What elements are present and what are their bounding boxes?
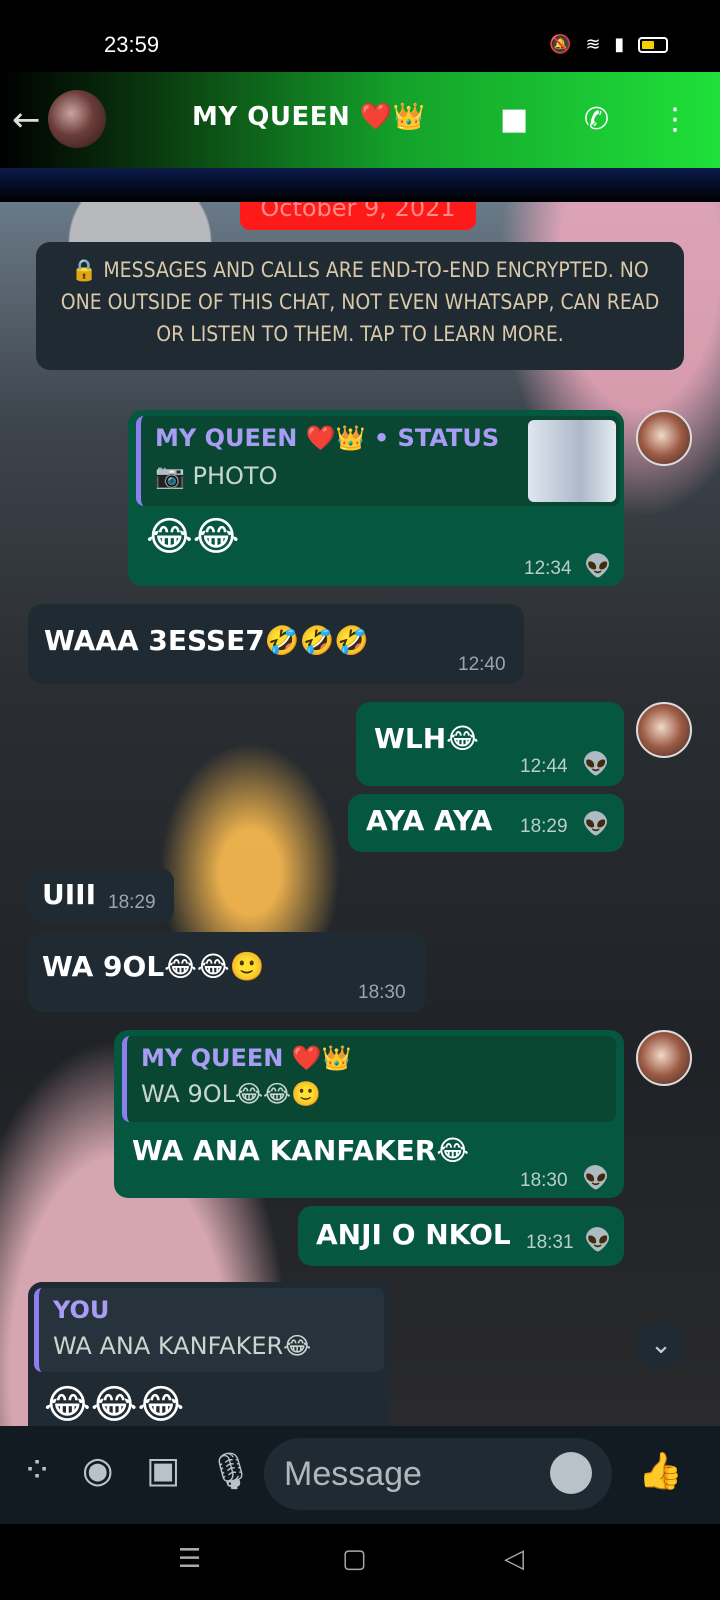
message-time: 18:29 bbox=[108, 892, 156, 913]
message-text: UIII bbox=[42, 878, 96, 911]
message-bubble[interactable]: AYA AYA 18:29 👽 bbox=[348, 794, 624, 852]
message-bubble[interactable]: MY QUEEN ❤️👑 WA 9OL😂😂🙂 WA ANA KANFAKER😂 … bbox=[114, 1030, 624, 1198]
message-text: WA 9OL😂😂🙂 bbox=[42, 950, 265, 983]
voice-call-icon[interactable]: ✆ bbox=[584, 102, 609, 137]
message-bubble[interactable]: MY QUEEN ❤️👑 • STATUS 📷 PHOTO 😂😂 12:34 👽 bbox=[128, 410, 624, 586]
quote-author: MY QUEEN ❤️👑 • STATUS bbox=[155, 424, 500, 452]
message-time: 18:29 bbox=[520, 816, 568, 837]
camera-icon[interactable]: ◉ bbox=[82, 1450, 113, 1491]
quote-body: WA 9OL😂😂🙂 bbox=[141, 1080, 321, 1108]
message-text: WAAA 3ESSE7🤣🤣🤣 bbox=[44, 624, 370, 657]
message-text: 😂😂😂 bbox=[44, 1382, 185, 1426]
mic-icon[interactable]: 🎙 bbox=[208, 1450, 254, 1492]
message-bubble[interactable]: ANJI O NKOL 18:31 👽 bbox=[298, 1206, 624, 1266]
mute-icon: 🔕 bbox=[549, 34, 576, 55]
back-arrow-icon[interactable]: ← bbox=[12, 100, 41, 140]
signal-icon: ▮ bbox=[614, 34, 629, 55]
more-icon[interactable]: ⋮ bbox=[660, 102, 690, 137]
alien-read-icon: 👽 bbox=[584, 554, 612, 579]
thumbs-up-icon[interactable]: 👍 bbox=[638, 1450, 683, 1492]
gallery-icon[interactable]: ▣ bbox=[146, 1450, 180, 1491]
chat-area[interactable]: October 9, 2021 🔒 MESSAGES AND CALLS ARE… bbox=[0, 202, 720, 1426]
message-text: ANJI O NKOL bbox=[316, 1218, 511, 1251]
message-bubble[interactable]: WA 9OL😂😂🙂 18:30 bbox=[28, 932, 426, 1012]
message-bubble[interactable]: YOU WA ANA KANFAKER😂 😂😂😂 bbox=[28, 1282, 390, 1426]
message-time: 12:40 bbox=[458, 654, 506, 675]
message-composer: ⁘ ◉ ▣ 🎙 👍 bbox=[0, 1426, 720, 1524]
system-nav-bar: ☰ ▢ ◁ bbox=[0, 1524, 720, 1600]
back-button[interactable]: ◁ bbox=[504, 1544, 524, 1574]
status-bar: 23:59 🔕 ≋ ▮ bbox=[0, 0, 720, 72]
message-time: 12:34 bbox=[524, 558, 572, 579]
alien-read-icon: 👽 bbox=[584, 1228, 612, 1253]
sender-avatar[interactable] bbox=[636, 410, 692, 466]
message-time: 18:31 bbox=[526, 1232, 574, 1253]
contact-avatar[interactable] bbox=[48, 90, 106, 148]
clock: 23:59 bbox=[104, 32, 160, 57]
message-bubble[interactable]: WLH😂 12:44 👽 bbox=[356, 702, 624, 786]
home-button[interactable]: ▢ bbox=[342, 1544, 367, 1574]
sender-avatar[interactable] bbox=[636, 702, 692, 758]
message-bubble[interactable]: UIII 18:29 bbox=[28, 868, 174, 924]
message-text: WA ANA KANFAKER😂 bbox=[132, 1134, 470, 1167]
contact-name[interactable]: MY QUEEN ❤️👑 bbox=[192, 102, 426, 132]
quote-author: YOU bbox=[53, 1296, 110, 1324]
message-text: 😂😂 bbox=[146, 514, 240, 560]
attach-icon[interactable]: ⁘ bbox=[22, 1450, 52, 1491]
scroll-down-button[interactable]: ⌄ bbox=[636, 1320, 686, 1370]
encryption-notice[interactable]: 🔒 MESSAGES AND CALLS ARE END-TO-END ENCR… bbox=[36, 242, 684, 370]
quote-body: 📷 PHOTO bbox=[155, 462, 278, 490]
message-time: 18:30 bbox=[358, 982, 406, 1003]
recents-button[interactable]: ☰ bbox=[178, 1544, 201, 1574]
quote-body: WA ANA KANFAKER😂 bbox=[53, 1332, 312, 1360]
wifi-icon: ≋ bbox=[585, 34, 605, 55]
message-time: 18:30 bbox=[520, 1170, 568, 1191]
status-thumbnail bbox=[528, 420, 616, 502]
message-input-box[interactable] bbox=[264, 1438, 612, 1510]
battery-icon bbox=[638, 37, 668, 53]
message-text: WLH😂 bbox=[374, 722, 479, 755]
alien-read-icon: 👽 bbox=[582, 752, 610, 777]
alien-read-icon: 👽 bbox=[582, 1166, 610, 1191]
quoted-message[interactable]: MY QUEEN ❤️👑 WA 9OL😂😂🙂 bbox=[122, 1036, 616, 1122]
message-time: 12:44 bbox=[520, 756, 568, 777]
message-text: AYA AYA bbox=[366, 804, 493, 837]
message-bubble[interactable]: WAAA 3ESSE7🤣🤣🤣 12:40 bbox=[28, 604, 524, 684]
chat-header: ← MY QUEEN ❤️👑 ■ ✆ ⋮ bbox=[0, 72, 720, 168]
header-divider bbox=[0, 168, 720, 202]
quoted-message[interactable]: YOU WA ANA KANFAKER😂 bbox=[34, 1288, 384, 1372]
video-call-icon[interactable]: ■ bbox=[500, 102, 528, 137]
status-icons: 🔕 ≋ ▮ bbox=[549, 34, 668, 55]
quote-author: MY QUEEN ❤️👑 bbox=[141, 1044, 352, 1072]
message-input[interactable] bbox=[284, 1452, 534, 1496]
emoji-icon[interactable] bbox=[550, 1452, 592, 1494]
quoted-status[interactable]: MY QUEEN ❤️👑 • STATUS 📷 PHOTO bbox=[136, 416, 620, 506]
alien-read-icon: 👽 bbox=[582, 812, 610, 837]
date-chip: October 9, 2021 bbox=[240, 202, 476, 230]
sender-avatar[interactable] bbox=[636, 1030, 692, 1086]
